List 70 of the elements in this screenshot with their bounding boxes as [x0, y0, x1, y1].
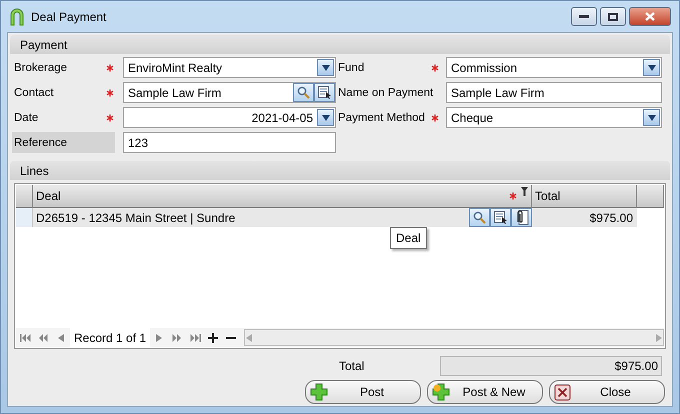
column-header[interactable]: Total [532, 185, 637, 208]
right-icon [155, 334, 164, 342]
close-button[interactable]: Close [549, 380, 665, 404]
tooltip: Deal [390, 227, 427, 249]
caret-icon [322, 64, 330, 72]
app-icon [9, 8, 25, 26]
plus-star-icon [432, 383, 450, 401]
dropdown-button[interactable] [317, 109, 334, 126]
record-counter: Record 1 of 1 [70, 328, 150, 347]
table-cell-text: $975.00 [588, 210, 634, 226]
form-icon [494, 211, 508, 224]
double-right-icon [172, 334, 182, 342]
field-label: Contact [13, 86, 55, 100]
plus-icon [208, 332, 218, 342]
scroll-right-icon [655, 334, 663, 342]
field-label: Name on Payment [337, 86, 431, 100]
close-icon [554, 384, 571, 400]
double-left-icon [38, 334, 48, 342]
date-field[interactable]: 2021-04-05 [123, 107, 336, 128]
lookup-field[interactable]: Sample Law Firm [123, 82, 336, 103]
dropdown-button[interactable] [643, 59, 660, 76]
input-field[interactable]: Sample Law Firm [446, 82, 662, 103]
dropdown-field[interactable]: EnviroMint Realty [123, 57, 336, 78]
field-label: Brokerage [13, 60, 68, 76]
row-header-corner [16, 185, 33, 208]
form-icon [318, 86, 332, 99]
table-cell: D26519 - 12345 Main Street | Sundre [33, 208, 532, 227]
minimize-icon [579, 14, 589, 18]
search-button[interactable] [469, 208, 490, 227]
input-field[interactable]: 123 [123, 132, 336, 153]
column-header[interactable]: Deal [33, 185, 532, 208]
post-new-button[interactable]: Post & New [427, 380, 543, 404]
total-field: $975.00 [440, 356, 662, 376]
row-header [16, 208, 33, 227]
search-button[interactable] [293, 83, 314, 102]
left-icon [57, 334, 65, 342]
field-label: Reference [12, 132, 115, 153]
caret-icon [648, 64, 656, 72]
close-button[interactable] [629, 7, 671, 26]
post-button[interactable]: Post [305, 380, 421, 404]
scroll-left-icon [245, 334, 254, 342]
dropdown-button[interactable] [643, 109, 660, 126]
first-icon [20, 334, 30, 342]
caret-icon [322, 114, 330, 122]
dropdown-button[interactable] [317, 59, 334, 76]
maximize-icon [608, 12, 618, 20]
open-record-button[interactable] [490, 208, 511, 227]
minimize-button[interactable] [571, 7, 597, 26]
close-icon [645, 12, 655, 21]
dropdown-field[interactable]: Cheque [446, 107, 662, 128]
horizontal-scrollbar[interactable] [244, 329, 664, 346]
maximize-button[interactable] [600, 7, 626, 26]
caret-icon [648, 114, 656, 122]
window-title: Deal Payment [31, 10, 108, 24]
search-icon [473, 211, 486, 224]
open-record-button[interactable] [314, 83, 335, 102]
last-icon [190, 334, 201, 342]
field-label: Fund [337, 60, 366, 76]
search-icon [297, 86, 310, 99]
total-label: Total [339, 359, 366, 373]
plus-icon [310, 383, 328, 401]
field-label: Date [13, 110, 40, 126]
paperclip-icon [514, 210, 528, 225]
section-header: Lines [10, 161, 670, 180]
minus-icon [226, 336, 236, 340]
section-header: Payment [10, 35, 670, 54]
field-label: Payment Method [337, 110, 426, 126]
dropdown-field[interactable]: Commission [446, 57, 662, 78]
column-header [637, 185, 664, 208]
attach-button[interactable] [511, 208, 532, 227]
